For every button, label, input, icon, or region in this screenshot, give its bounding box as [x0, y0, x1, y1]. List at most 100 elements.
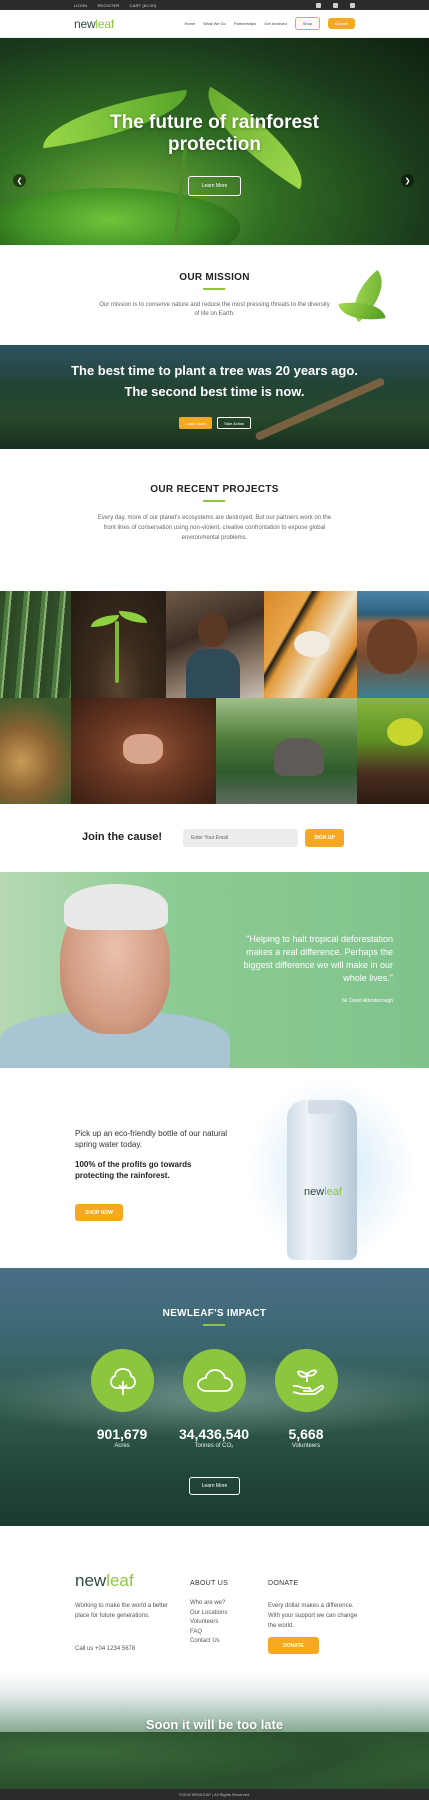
logo-text-new: new [74, 16, 96, 31]
main-nav: Home What We Do Partnerships Get Involve… [185, 17, 355, 30]
projects-text: Every day, more of our planet's ecosyste… [97, 515, 332, 541]
donate-button[interactable]: Donate [328, 18, 355, 29]
water-bottle [287, 1100, 357, 1260]
mission-text: Our mission is to conserve nature and re… [99, 302, 330, 317]
testimonial-section: "Helping to halt tropical deforestation … [0, 872, 429, 1068]
stat-volunteers-value: 5,668 [288, 1426, 324, 1442]
photo-elephant[interactable] [216, 698, 357, 804]
chevron-right-icon[interactable]: ❯ [401, 174, 414, 187]
login-link[interactable]: LOGIN [74, 3, 87, 8]
logo[interactable]: newleaf [74, 17, 114, 31]
shop-button[interactable]: Shop [294, 17, 321, 30]
copyright-text: ©2018 NEWLEAF | All Rights Reserved. [178, 1792, 251, 1797]
quote-text: The best time to plant a tree was 20 yea… [71, 363, 358, 399]
child-face [198, 613, 228, 647]
projects-photo-grid [0, 591, 429, 804]
hero-moss [0, 188, 240, 245]
link-contact-us[interactable]: Contact Us [190, 1638, 227, 1644]
sign-up-button[interactable]: SIGN UP [305, 829, 344, 847]
projects-divider [203, 500, 225, 502]
water-profits-text: 100% of the profits go towards protectin… [75, 1160, 192, 1180]
twitter-icon[interactable] [350, 2, 355, 8]
footer-donate-button[interactable]: DONATE [268, 1637, 319, 1654]
link-our-locations[interactable]: Our Locations [190, 1610, 227, 1616]
forest-canopy [0, 1732, 429, 1789]
facebook-icon[interactable] [316, 2, 321, 8]
nav-home[interactable]: Home [185, 21, 196, 26]
footer-logo[interactable]: newleaf [75, 1571, 134, 1591]
portrait-hair [64, 884, 168, 930]
mission-divider [203, 288, 225, 290]
donate-text: Every dollar makes a difference. With yo… [268, 1603, 358, 1629]
hero-title: The future of rainforest protection [109, 112, 319, 155]
impact-title: NEWLEAF'S IMPACT [162, 1308, 267, 1319]
stat-acres-label: Acres [114, 1443, 130, 1449]
baby-hand [123, 734, 163, 764]
water-product-section: Pick up an eco-friendly bottle of our na… [0, 1068, 429, 1268]
testimonial-quote: "Helping to halt tropical deforestation … [243, 934, 393, 983]
photo-smiling-woman[interactable] [357, 591, 429, 698]
photo-sprouting-seed[interactable] [357, 698, 429, 804]
mission-section: OUR MISSION Our mission is to conserve n… [0, 245, 429, 345]
bottle-logo-leaf: leaf [324, 1186, 342, 1198]
photo-seedling[interactable] [71, 591, 166, 698]
footer-phone[interactable]: Call us +04 1234 5678 [75, 1646, 170, 1652]
seedling-leaf-right [119, 611, 147, 623]
cloud-icon [183, 1349, 246, 1412]
bottom-banner-title: Soon it will be too late [145, 1717, 284, 1732]
quote-banner: The best time to plant a tree was 20 yea… [0, 345, 429, 449]
link-who-are-we[interactable]: Who are we? [190, 1600, 227, 1606]
newsletter-section: Join the cause! SIGN UP [0, 804, 429, 872]
stat-co2-label: Tonnes of CO₂ [194, 1443, 234, 1449]
tree-icon [91, 1349, 154, 1412]
child-shirt [186, 649, 240, 698]
stat-volunteers-label: Volunteers [291, 1443, 321, 1449]
utility-bar: LOGIN REGISTER CART (£0.00) [0, 0, 429, 10]
utility-links: LOGIN REGISTER CART (£0.00) [74, 3, 156, 8]
site-header: newleaf Home What We Do Partnerships Get… [0, 10, 429, 38]
quote-learn-more-button[interactable]: Learn More [179, 417, 212, 429]
link-volunteers[interactable]: Volunteers [190, 1619, 227, 1625]
impact-learn-more-button[interactable]: Learn More [189, 1477, 240, 1495]
register-link[interactable]: REGISTER [97, 3, 119, 8]
email-input[interactable] [183, 829, 298, 847]
nav-what-we-do[interactable]: What We Do [203, 21, 226, 26]
footer-logo-new: new [75, 1571, 107, 1590]
shop-now-button[interactable]: SHOP NOW [75, 1204, 123, 1221]
photo-bamboo-forest[interactable] [0, 591, 71, 698]
chevron-left-icon[interactable]: ❮ [13, 174, 26, 187]
cart-link[interactable]: CART (£0.00) [130, 3, 157, 8]
hero-learn-more-button[interactable]: Learn More [188, 176, 241, 196]
link-faq[interactable]: FAQ [190, 1629, 227, 1635]
donate-heading: DONATE [268, 1580, 299, 1587]
stat-co2-value: 34,436,540 [178, 1426, 250, 1442]
hand-seedling-icon [275, 1349, 338, 1412]
about-us-heading: ABOUT US [190, 1580, 229, 1587]
photo-jaguar[interactable] [0, 698, 71, 804]
join-title: Join the cause! [82, 831, 163, 843]
take-action-button[interactable]: Take Action [217, 417, 251, 429]
impact-section: NEWLEAF'S IMPACT 901,679 Acres 34,436,54… [0, 1268, 429, 1526]
photo-child-water[interactable] [166, 591, 264, 698]
seedling-stem [115, 621, 119, 683]
nav-partnerships[interactable]: Partnerships [234, 21, 256, 26]
copyright-bar: ©2018 NEWLEAF | All Rights Reserved. [0, 1789, 429, 1800]
photo-orangutan-hands[interactable] [71, 698, 216, 804]
photo-tiger[interactable] [264, 591, 357, 698]
footer-logo-leaf: leaf [106, 1571, 134, 1590]
woman-face [367, 619, 417, 674]
impact-divider [203, 1324, 225, 1326]
instagram-icon[interactable] [333, 2, 338, 8]
testimonial-author: Sir David Attenborough [341, 998, 393, 1004]
bottle-logo-new: new [304, 1186, 325, 1198]
footer-tagline: Working to make the world a better place… [75, 1603, 168, 1619]
stat-acres-value: 901,679 [96, 1426, 148, 1442]
nav-get-involved[interactable]: Get Involved [264, 21, 286, 26]
elephant-shape [274, 738, 324, 776]
mission-title: OUR MISSION [179, 272, 250, 283]
about-us-links: Who are we? Our Locations Volunteers FAQ… [190, 1600, 227, 1644]
social-links [316, 2, 355, 8]
logo-text-leaf: leaf [95, 16, 114, 31]
leaf-illustration [338, 269, 396, 334]
seed-shape [387, 718, 423, 746]
